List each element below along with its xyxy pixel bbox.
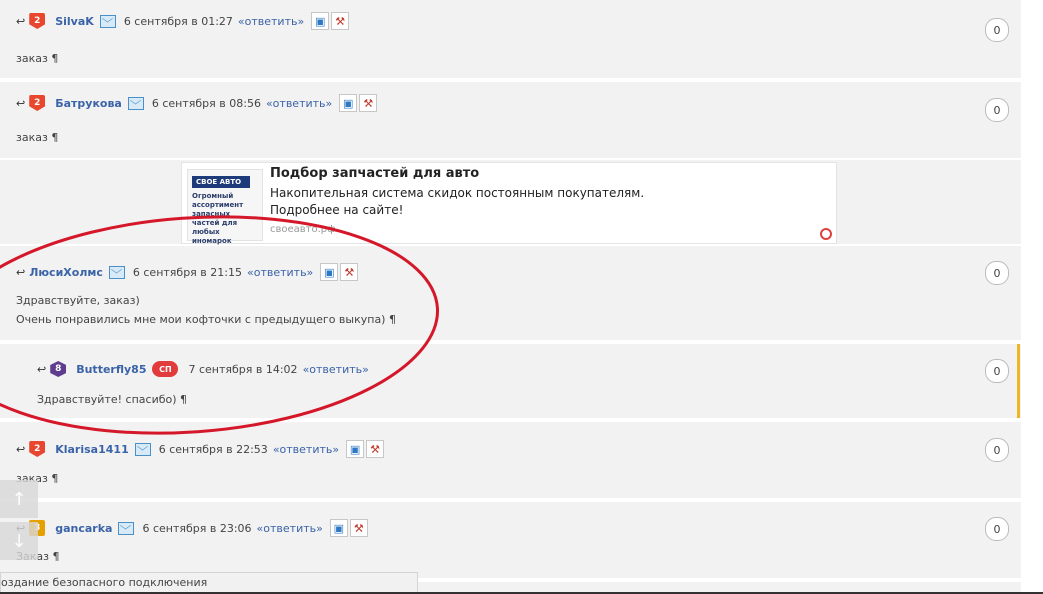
reply-arrow-icon: ↩ xyxy=(16,96,26,110)
hammer-icon[interactable]: ⚒ xyxy=(331,12,350,30)
ad-description: Накопительная система скидок постоянным … xyxy=(270,186,645,217)
status-text: оздание безопасного подключения xyxy=(1,576,208,589)
highlight-bar xyxy=(1017,344,1020,418)
reply-link[interactable]: «ответить» xyxy=(273,443,339,456)
gift-icon[interactable]: ▣ xyxy=(329,519,348,537)
reply-link[interactable]: «ответить» xyxy=(257,522,323,535)
rating-counter[interactable]: 0 xyxy=(985,438,1009,462)
comment: ↩ ЛюсиХолмс 6 сентября в 21:15 «ответить… xyxy=(0,246,1021,340)
username-link[interactable]: Батрукова xyxy=(55,97,122,110)
hammer-icon[interactable]: ⚒ xyxy=(349,519,368,537)
scroll-down-button[interactable]: ↓ xyxy=(0,522,38,560)
comment-date: 6 сентября в 08:56 xyxy=(151,96,261,110)
username-link[interactable]: Butterfly85 xyxy=(76,363,146,376)
mail-icon[interactable] xyxy=(99,14,116,28)
rating-counter[interactable]: 0 xyxy=(985,98,1009,122)
comment-date: 6 сентября в 01:27 xyxy=(123,14,233,28)
comment: ↩ 2 Klarisa1411 6 сентября в 22:53 «отве… xyxy=(0,422,1021,498)
comment: ↩ 2 Батрукова 6 сентября в 08:56 «ответи… xyxy=(0,82,1021,158)
comment-text: Здравствуйте, заказ) xyxy=(16,294,140,307)
comment-date: 6 сентября в 21:15 xyxy=(132,265,242,279)
ad-logo: СВОЕ АВТО Огромный ассортимент запасных … xyxy=(187,169,263,245)
mail-icon[interactable] xyxy=(118,521,135,535)
gift-icon[interactable]: ▣ xyxy=(339,94,358,112)
scroll-up-button[interactable]: ↑ xyxy=(0,480,38,518)
rating-counter[interactable]: 0 xyxy=(985,18,1009,42)
level-badge-icon: 8 xyxy=(50,361,67,377)
ad-logo-text: Огромный ассортимент запасных частей для… xyxy=(192,192,244,245)
comment-date: 7 сентября в 14:02 xyxy=(188,362,298,376)
comment-reply: ↩ 8 Butterfly85 СП 7 сентября в 14:02 «о… xyxy=(0,344,1021,418)
reply-link[interactable]: «ответить» xyxy=(303,363,369,376)
username-link[interactable]: SilvaK xyxy=(55,15,94,28)
sp-heart-icon: СП xyxy=(152,361,179,377)
username-link[interactable]: gancarka xyxy=(55,522,112,535)
ad-domain[interactable]: своеавто.рф xyxy=(270,224,336,235)
level-badge-icon: 2 xyxy=(29,441,46,457)
reply-link[interactable]: «ответить» xyxy=(238,15,304,28)
ad-marker-icon[interactable] xyxy=(820,228,832,240)
level-badge-icon: 2 xyxy=(29,13,46,29)
hammer-icon[interactable]: ⚒ xyxy=(366,440,385,458)
comment-date: 6 сентября в 22:53 xyxy=(158,442,268,456)
ad-title[interactable]: Подбор запчастей для авто xyxy=(270,166,479,181)
comment-text: заказ ¶ xyxy=(16,52,59,65)
mail-icon[interactable] xyxy=(127,96,144,110)
reply-arrow-icon: ↩ xyxy=(37,362,47,376)
ad-banner[interactable]: СВОЕ АВТО Огромный ассортимент запасных … xyxy=(181,162,837,245)
comment: ↩ 2 SilvaK 6 сентября в 01:27 «ответить»… xyxy=(0,0,1021,78)
gift-icon[interactable]: ▣ xyxy=(346,440,365,458)
hammer-icon[interactable]: ⚒ xyxy=(340,263,359,281)
ad-logo-brand: СВОЕ АВТО xyxy=(192,176,250,188)
reply-arrow-icon: ↩ xyxy=(16,442,26,456)
reply-link[interactable]: «ответить» xyxy=(266,97,332,110)
level-badge-icon: 2 xyxy=(29,95,46,111)
rating-counter[interactable]: 0 xyxy=(985,261,1009,285)
gift-icon[interactable]: ▣ xyxy=(311,12,330,30)
browser-status-bar: оздание безопасного подключения xyxy=(0,572,418,593)
comment-text: заказ ¶ xyxy=(16,131,59,144)
rating-counter[interactable]: 0 xyxy=(985,517,1009,541)
mail-icon[interactable] xyxy=(108,265,125,279)
reply-arrow-icon: ↩ xyxy=(16,265,26,279)
gift-icon[interactable]: ▣ xyxy=(320,263,339,281)
hammer-icon[interactable]: ⚒ xyxy=(359,94,378,112)
username-link[interactable]: Klarisa1411 xyxy=(55,443,129,456)
comment-text: Очень понравились мне мои кофточки с пре… xyxy=(16,313,396,326)
reply-link[interactable]: «ответить» xyxy=(247,266,313,279)
rating-counter[interactable]: 0 xyxy=(985,359,1009,383)
comment-text: Здравствуйте! спасибо) ¶ xyxy=(37,393,188,406)
comment: ↩ 3 gancarka 6 сентября в 23:06 «ответит… xyxy=(0,502,1021,578)
reply-arrow-icon: ↩ xyxy=(16,14,26,28)
mail-icon[interactable] xyxy=(134,442,151,456)
username-link[interactable]: ЛюсиХолмс xyxy=(29,266,103,279)
comment-date: 6 сентября в 23:06 xyxy=(142,521,252,535)
